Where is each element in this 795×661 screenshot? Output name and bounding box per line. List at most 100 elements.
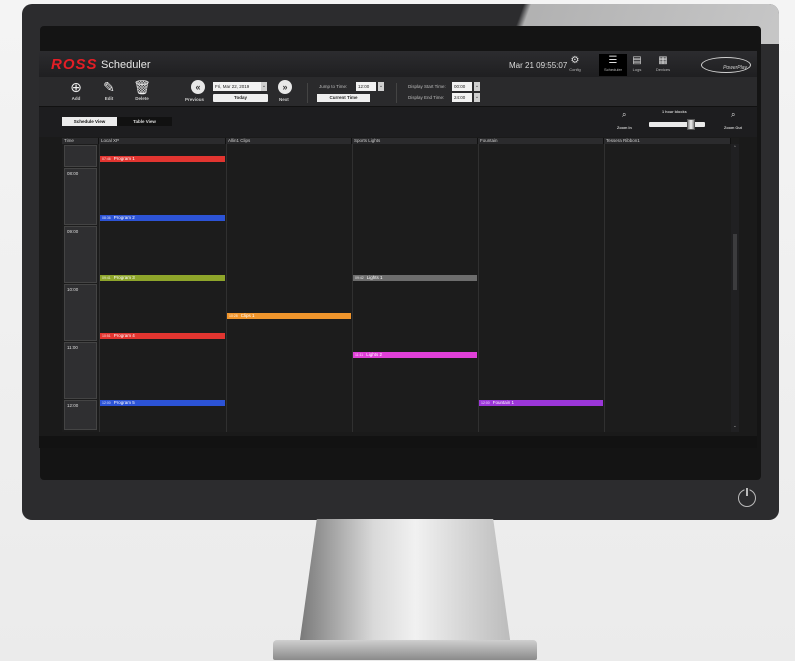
edit-label: Edit	[104, 96, 114, 101]
event-bar[interactable]: 10:28 Clips 1	[227, 313, 351, 319]
display-start-label: Display Start Time:	[408, 84, 446, 89]
event-label: Program 2	[113, 215, 135, 220]
add-button[interactable]: ⊕ Add	[62, 79, 90, 101]
chevron-down-icon[interactable]: ⌄	[733, 423, 737, 429]
jump-time-input[interactable]: 12:00	[356, 82, 376, 91]
edit-button[interactable]: ✎ Edit	[95, 79, 123, 101]
logs-icon: ▤	[632, 55, 642, 66]
current-time-button[interactable]: Current Time	[317, 94, 370, 102]
clock-display: Mar 21 09:55:07	[509, 61, 568, 70]
event-label: Program 1	[113, 156, 135, 161]
column-header-sports-lights: Sports Lights	[352, 138, 478, 144]
delete-button[interactable]: 🗑 Delete	[128, 79, 156, 101]
zoom-slider-handle[interactable]	[687, 119, 695, 130]
column-header-time: Time	[62, 138, 99, 144]
double-chevron-left-icon: «	[195, 82, 201, 92]
time-slot: 12:00	[64, 400, 97, 430]
zoom-block-label: 1 hour blocks	[662, 110, 687, 114]
event-bar[interactable]: 11:11 Lights 2	[353, 352, 477, 358]
event-bar[interactable]: 07:46 Program 1	[100, 156, 225, 162]
event-time: 08:36	[102, 216, 111, 220]
column-header-allin1-clips: Allin1 Clips	[226, 138, 352, 144]
event-time: 12:00	[102, 401, 111, 405]
pencil-icon: ✎	[103, 79, 115, 95]
zoom-out-icon[interactable]: ⌕	[731, 110, 735, 120]
delete-label: Delete	[135, 96, 149, 101]
chevron-up-icon[interactable]: ⌃	[733, 145, 737, 151]
column-header-fountain: Fountain	[478, 138, 604, 144]
column-divider	[226, 144, 227, 432]
event-bar[interactable]: 09:42 Lights 1	[353, 275, 477, 281]
app-screen: ROSS Scheduler Mar 21 09:55:07 ⚙ Config …	[39, 51, 757, 436]
chevron-down-icon[interactable]: ⌄	[261, 82, 267, 91]
toolbar-divider	[396, 83, 397, 103]
trash-icon: 🗑	[133, 79, 151, 95]
zoom-out-label: Zoom Out	[724, 126, 742, 130]
zoom-in-icon[interactable]: ⌕	[622, 110, 626, 120]
powerplay-logo: PowerPlay	[701, 57, 751, 73]
nav-devices-label: Devices	[655, 67, 671, 72]
event-bar[interactable]: 12:00 Program 5	[100, 400, 225, 406]
event-time: 12:00	[481, 401, 490, 405]
event-time: 11:11	[355, 353, 364, 357]
monitor-stand	[300, 519, 510, 659]
tab-schedule-view[interactable]: Schedule View	[62, 117, 117, 126]
chevron-down-icon[interactable]: ⌄	[474, 82, 480, 91]
previous-label: Previous	[185, 97, 205, 102]
toolbar-divider	[307, 83, 308, 103]
nav-config-label: Config	[569, 67, 581, 72]
event-bar[interactable]: 09:41 Program 3	[100, 275, 225, 281]
event-time: 10:28	[229, 314, 238, 318]
toolbar: ⊕ Add ✎ Edit 🗑 Delete « Previous Fri, Ma…	[39, 77, 757, 107]
next-button[interactable]: »	[278, 80, 292, 94]
ross-logo: ROSS	[51, 56, 98, 73]
scrollbar-thumb[interactable]	[733, 234, 737, 290]
display-start-input[interactable]: 00:00	[452, 82, 472, 91]
schedule-grid: Time Local XP Allin1 Clips Sports Lights…	[62, 138, 739, 432]
event-label: Lights 2	[366, 352, 383, 357]
monitor-stand-base	[273, 640, 537, 660]
event-label: Clips 1	[240, 313, 255, 318]
column-divider	[604, 144, 605, 432]
time-slot: 11:00	[64, 342, 97, 399]
time-slot: 10:00	[64, 284, 97, 341]
monitor-chin	[39, 436, 757, 448]
column-header-tessera-ribbon1: Tessera Ribbon1	[604, 138, 731, 144]
nav-devices[interactable]: ▦ Devices	[649, 54, 677, 76]
today-button[interactable]: Today	[213, 94, 268, 102]
devices-icon: ▦	[658, 55, 668, 66]
nav-logs-label: Logs	[632, 67, 642, 72]
title-bar: ROSS Scheduler Mar 21 09:55:07 ⚙ Config …	[39, 51, 757, 77]
display-end-label: Display End Time:	[408, 95, 445, 100]
column-divider	[352, 144, 353, 432]
event-bar[interactable]: 10:51 Program 4	[100, 333, 225, 339]
column-divider	[478, 144, 479, 432]
gear-icon: ⚙	[570, 55, 580, 66]
tab-table-view[interactable]: Table View	[117, 117, 172, 126]
display-end-input[interactable]: 24:00	[452, 93, 472, 102]
column-header-local-xp: Local XP	[99, 138, 226, 144]
event-bar[interactable]: 12:00 Fountain 1	[479, 400, 603, 406]
app-title: Scheduler	[101, 59, 151, 71]
jump-label: Jump to Time:	[319, 84, 348, 89]
time-slot: 08:00	[64, 168, 97, 225]
next-label: Next	[279, 97, 289, 102]
chevron-down-icon[interactable]: ⌄	[378, 82, 384, 91]
event-time: 09:41	[102, 276, 111, 280]
column-divider	[99, 144, 100, 432]
zoom-slider[interactable]	[649, 122, 705, 127]
event-label: Program 3	[113, 275, 135, 280]
chevron-down-icon[interactable]: ⌄	[474, 93, 480, 102]
time-slot	[64, 145, 97, 167]
date-select[interactable]: Fri, Mar 22, 2019	[213, 82, 261, 91]
previous-button[interactable]: «	[191, 80, 205, 94]
nav-config[interactable]: ⚙ Config	[561, 54, 589, 76]
power-icon[interactable]	[738, 488, 756, 507]
time-slot: 09:00	[64, 226, 97, 283]
event-bar[interactable]: 08:36 Program 2	[100, 215, 225, 221]
double-chevron-right-icon: »	[282, 82, 288, 92]
event-label: Fountain 1	[492, 400, 515, 405]
event-time: 09:42	[355, 276, 364, 280]
event-time: 10:51	[102, 334, 111, 338]
nav-logs[interactable]: ▤ Logs	[623, 54, 651, 76]
